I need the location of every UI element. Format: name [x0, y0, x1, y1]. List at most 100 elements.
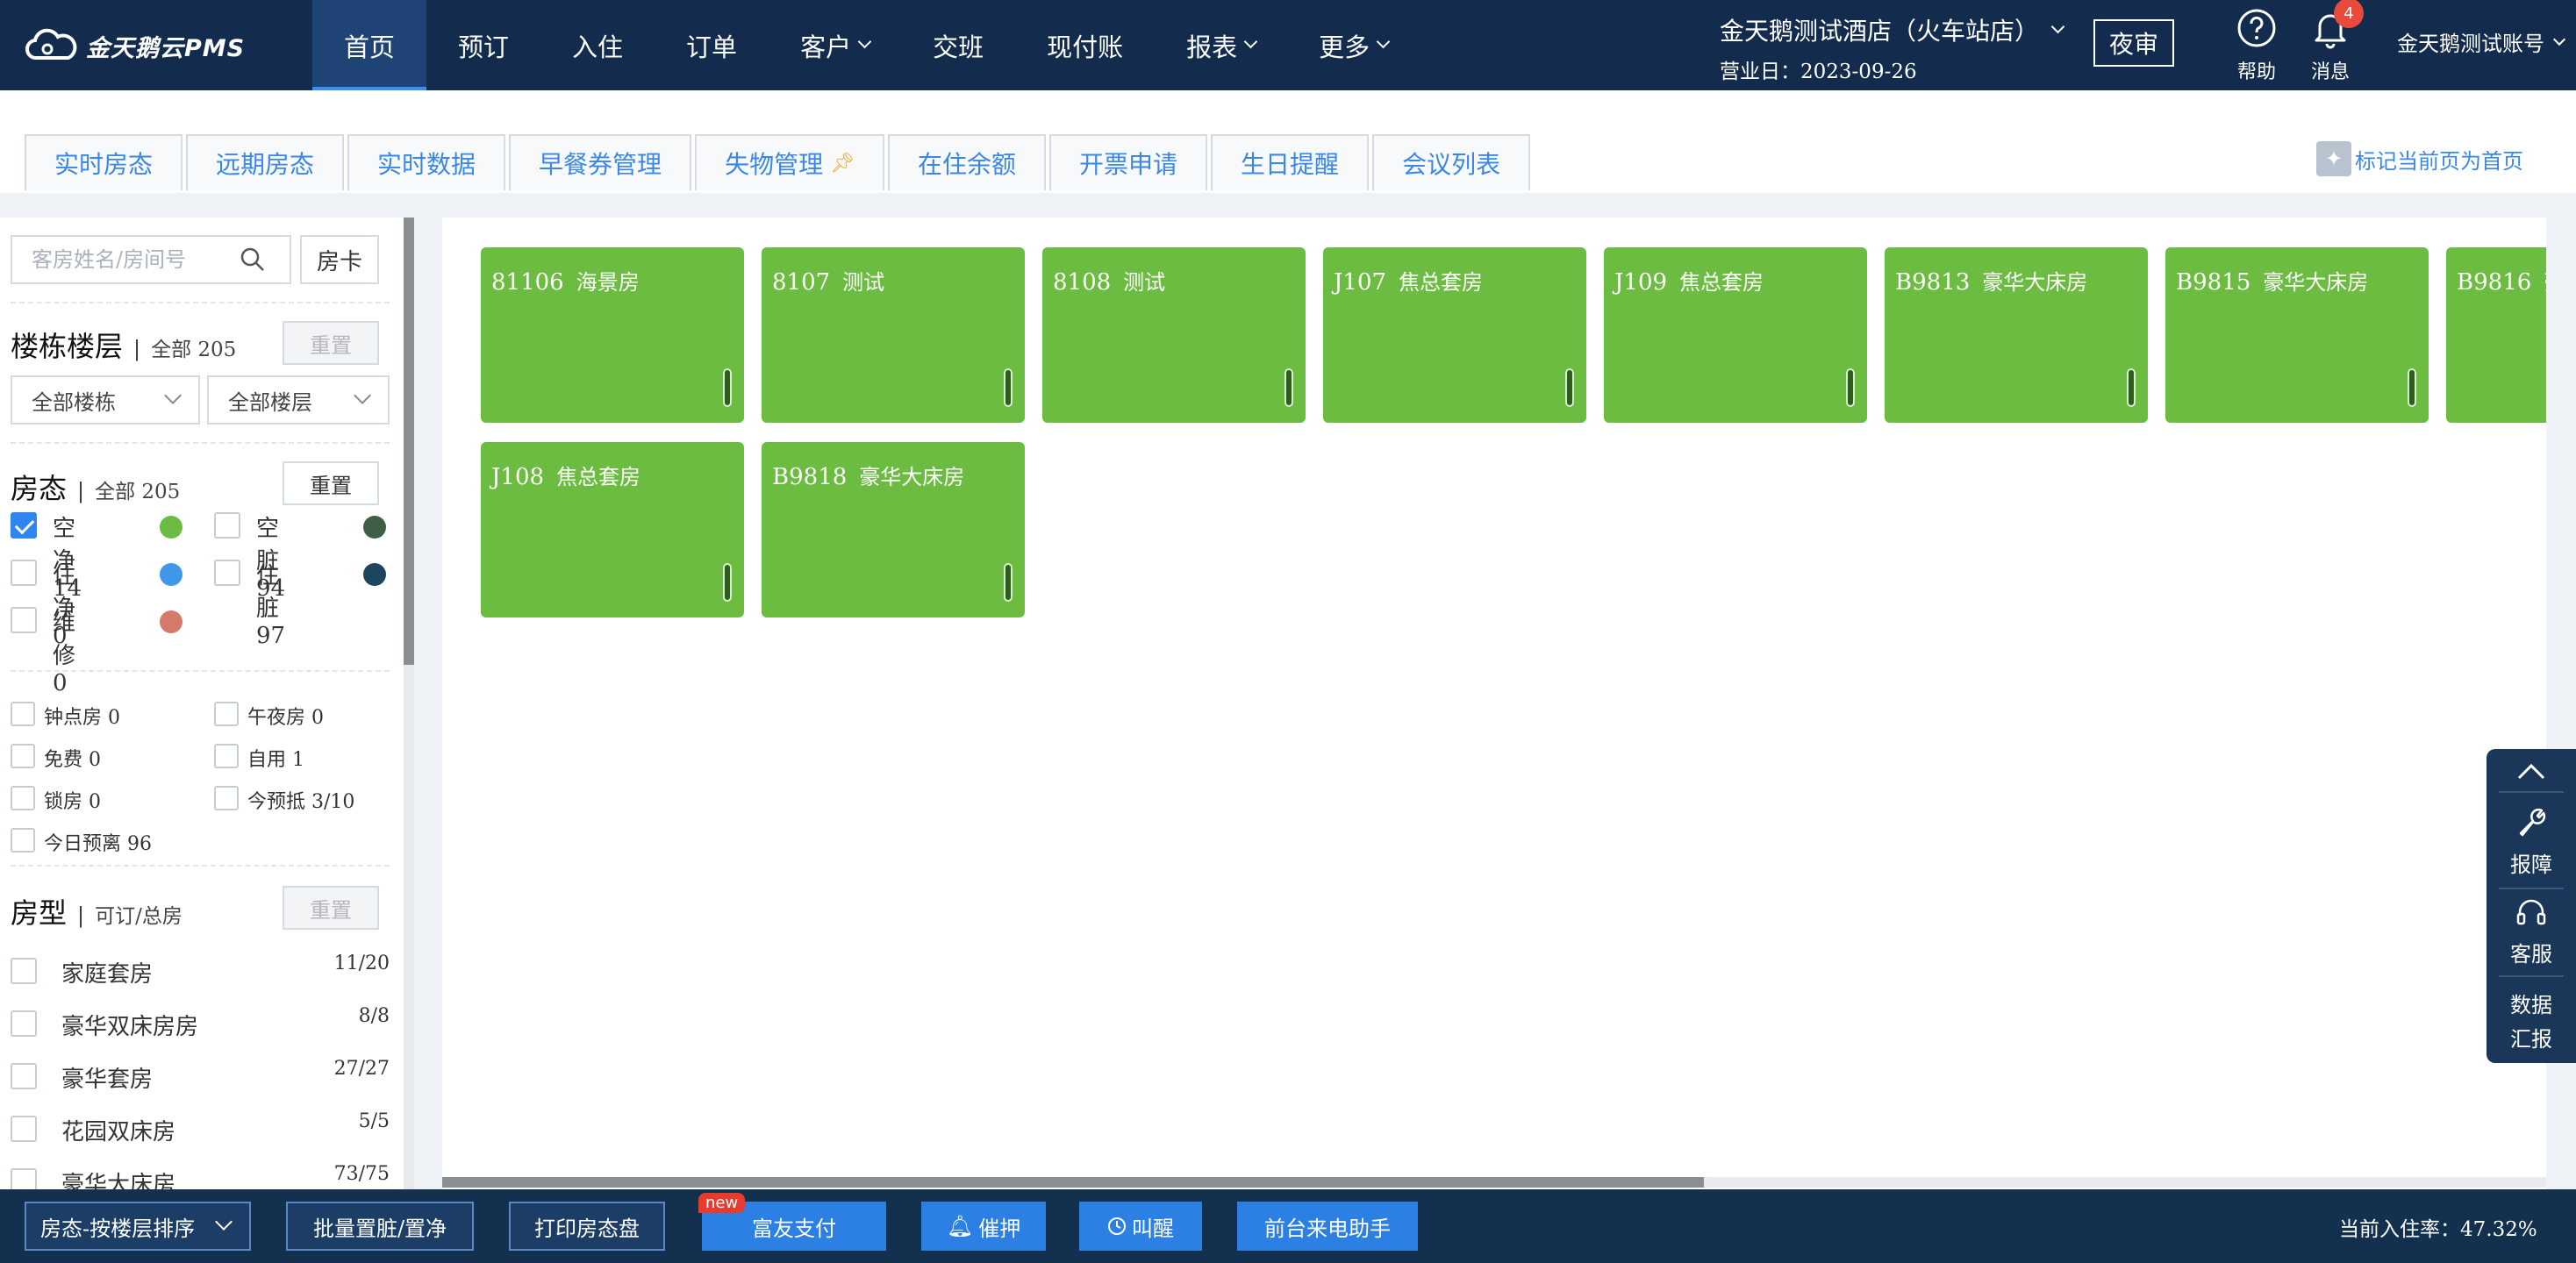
- building-select[interactable]: 全部楼栋: [11, 375, 200, 425]
- quick-tab[interactable]: 远期房态: [186, 134, 345, 190]
- fuyou-pay-button[interactable]: new 富友支付: [698, 1193, 886, 1251]
- quick-tab[interactable]: 会议列表: [1372, 134, 1531, 190]
- search-input[interactable]: [12, 238, 235, 282]
- floor-select-value: 全部楼层: [228, 389, 312, 415]
- room-card[interactable]: J107 焦总套房: [1323, 247, 1586, 423]
- data-report-button[interactable]: 数据 汇报: [2487, 988, 2576, 1052]
- room-status-indicator: [1284, 368, 1293, 407]
- front-desk-call-assistant-button[interactable]: 前台来电助手: [1237, 1202, 1418, 1251]
- room-type: 焦总套房: [556, 465, 641, 489]
- room-card[interactable]: 8107 测试: [762, 247, 1025, 423]
- cloud-logo-icon: [25, 28, 77, 61]
- room-card-button[interactable]: 房卡: [300, 235, 379, 284]
- quick-tab[interactable]: 在住余额: [888, 134, 1047, 190]
- room-status-header: 房态 | 全部 205: [11, 467, 180, 507]
- nav-item[interactable]: 入住: [540, 0, 655, 90]
- room-card[interactable]: B9815 豪华大床房: [2165, 247, 2429, 423]
- quick-tab[interactable]: 开票申请: [1049, 134, 1208, 190]
- chevron-down-icon: [2050, 19, 2065, 33]
- checkbox[interactable]: [11, 512, 37, 539]
- room-grid-scrollbar[interactable]: [442, 1177, 2546, 1188]
- divider: [11, 670, 390, 672]
- print-room-status-button[interactable]: 打印房态盘: [509, 1202, 665, 1251]
- mark-as-home-button[interactable]: ✦ 标记当前页为首页: [2316, 141, 2523, 176]
- room-card[interactable]: 8108 测试: [1042, 247, 1306, 423]
- collapse-button[interactable]: [2487, 761, 2576, 781]
- room-number: 8107: [772, 269, 831, 296]
- checkbox[interactable]: [11, 1010, 37, 1037]
- quick-tab[interactable]: 实时数据: [347, 134, 506, 190]
- checkbox[interactable]: [214, 744, 239, 768]
- room-number: B9813: [1895, 269, 1971, 296]
- room-status-reset-button[interactable]: 重置: [283, 461, 379, 505]
- nav-item[interactable]: 客户: [769, 0, 901, 90]
- checkbox[interactable]: [11, 958, 37, 984]
- chevron-down-icon: [1376, 34, 1391, 49]
- building-floor-reset-button[interactable]: 重置: [283, 321, 379, 365]
- message-count-badge: 4: [2334, 0, 2364, 28]
- room-card[interactable]: B9813 豪华大床房: [1885, 247, 2148, 423]
- checkbox[interactable]: [214, 786, 239, 810]
- scrollbar-thumb[interactable]: [442, 1177, 1704, 1188]
- room-type-label: 豪华大床房: [61, 1172, 176, 1191]
- checkbox[interactable]: [11, 560, 37, 586]
- checkbox[interactable]: [11, 607, 37, 633]
- main-nav: 首页 预订 入住 订单 客户 交班 现付账 报表 更多: [312, 0, 1420, 90]
- checkbox[interactable]: [214, 702, 239, 726]
- room-card[interactable]: B9818 豪华大床房: [762, 442, 1025, 617]
- search-icon[interactable]: [235, 242, 270, 277]
- room-type: 豪华大床房: [1982, 270, 2088, 295]
- room-card[interactable]: B9816 豪华大床房: [2446, 247, 2546, 423]
- checkbox[interactable]: [11, 1168, 37, 1191]
- room-card[interactable]: J108 焦总套房: [481, 442, 744, 617]
- night-audit-button[interactable]: 夜审: [2093, 19, 2174, 67]
- chevron-down-icon: [2552, 32, 2566, 46]
- wake-up-call-button[interactable]: 叫醒: [1079, 1202, 1202, 1251]
- room-number: J107: [1334, 269, 1387, 296]
- nav-item[interactable]: 订单: [655, 0, 769, 90]
- quick-tab[interactable]: 实时房态: [25, 134, 183, 190]
- account-menu[interactable]: 金天鹅测试账号: [2397, 26, 2566, 57]
- batch-dirty-clean-button[interactable]: 批量置脏/置净: [286, 1202, 474, 1251]
- logo[interactable]: 金天鹅云PMS: [25, 25, 245, 67]
- scrollbar-thumb[interactable]: [404, 218, 414, 665]
- sort-select[interactable]: 房态-按楼层排序: [25, 1202, 251, 1251]
- nav-item[interactable]: 现付账: [1015, 0, 1155, 90]
- quick-tabs: 实时房态 远期房态 实时数据 早餐券管理 失物管理 📌︎ 在住余额 开票申请 生日提醒 会议列表: [25, 134, 1531, 190]
- top-bar: 金天鹅云PMS 首页 预订 入住 订单 客户 交班 现付账 报表 更多 金天鹅测试酒店（火车站店…: [0, 0, 2576, 90]
- quick-tab[interactable]: 早餐券管理: [509, 134, 692, 190]
- report-fault-button[interactable]: 报障: [2487, 805, 2576, 878]
- checkbox[interactable]: [11, 744, 35, 768]
- room-card[interactable]: J109 焦总套房: [1604, 247, 1867, 423]
- quick-tab[interactable]: 失物管理 📌︎: [695, 134, 885, 190]
- filter-panel-scrollbar[interactable]: [404, 218, 414, 1191]
- logo-text: 金天鹅云PMS: [86, 34, 246, 62]
- room-title: J107 焦总套房: [1334, 265, 1483, 296]
- checkbox[interactable]: [214, 512, 240, 539]
- messages-button[interactable]: 4 消息: [2304, 0, 2364, 84]
- checkbox[interactable]: [11, 786, 35, 810]
- nav-item[interactable]: 更多: [1287, 0, 1420, 90]
- checkbox[interactable]: [11, 1063, 37, 1089]
- room-card[interactable]: 81106 海景房: [481, 247, 744, 423]
- hotel-switcher[interactable]: 金天鹅测试酒店（火车站店） 营业日：2023-09-26: [1720, 12, 2065, 84]
- nav-item[interactable]: 首页: [312, 0, 427, 90]
- status-color-dot: [160, 563, 182, 586]
- nav-item[interactable]: 预订: [426, 0, 540, 90]
- deposit-reminder-button[interactable]: 🔔︎ 催押: [921, 1202, 1046, 1251]
- quick-tab[interactable]: 生日提醒: [1211, 134, 1370, 190]
- checkbox[interactable]: [214, 560, 240, 586]
- room-type: 豪华大床房: [2544, 270, 2546, 295]
- room-type-reset-button[interactable]: 重置: [283, 886, 379, 930]
- checkbox[interactable]: [11, 1116, 37, 1142]
- new-badge: new: [698, 1193, 746, 1213]
- checkbox[interactable]: [11, 828, 35, 853]
- floor-select[interactable]: 全部楼层: [207, 375, 390, 425]
- nav-item[interactable]: 交班: [901, 0, 1015, 90]
- checkbox[interactable]: [11, 702, 35, 726]
- nav-item[interactable]: 报表: [1155, 0, 1287, 90]
- customer-service-button[interactable]: 客服: [2487, 895, 2576, 967]
- room-status-indicator: [2127, 368, 2136, 407]
- help-button[interactable]: 帮助: [2230, 7, 2283, 84]
- headset-icon: [2516, 899, 2546, 925]
